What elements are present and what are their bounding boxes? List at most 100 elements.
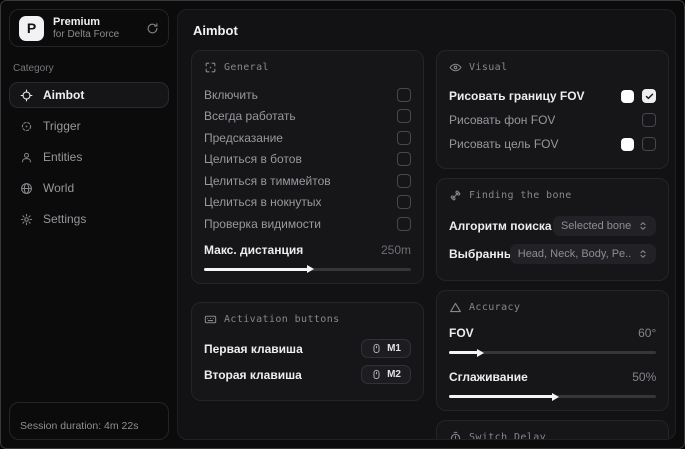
setting-row: Алгоритм поиска кост Selected bone (449, 212, 657, 240)
setting-row: Первая клавиша M1 (204, 336, 411, 362)
panel-general: General Включить Всегда работать Предска… (191, 50, 424, 284)
smoothing-slider[interactable] (449, 392, 657, 401)
sync-icon[interactable] (146, 22, 159, 35)
panel-title: General (224, 62, 269, 73)
slider-label: Сглаживание (449, 370, 528, 384)
draw-fov-target-checkbox[interactable] (642, 137, 657, 151)
category-label: Category (13, 63, 54, 74)
mouse-icon (371, 369, 382, 380)
setting-row: Выбранные кос Head, Neck, Body, Pe.. (449, 240, 657, 268)
setting-label: Включить (204, 87, 258, 102)
sidebar-item-label: Aimbot (43, 88, 85, 102)
selected-bones-dropdown[interactable]: Head, Neck, Body, Pe.. (509, 244, 657, 264)
key-label: M1 (387, 343, 401, 354)
settings-gear-icon (20, 213, 33, 226)
target-bots-checkbox[interactable] (397, 152, 411, 167)
panel-title: Accuracy (469, 302, 521, 313)
slider-value: 60° (638, 326, 657, 340)
bone-algorithm-dropdown[interactable]: Selected bone (552, 216, 657, 236)
prediction-checkbox[interactable] (397, 130, 411, 145)
target-knocked-checkbox[interactable] (397, 195, 411, 210)
slider-value: 50% (632, 370, 657, 384)
session-duration-card: Session duration: 4m 22s (9, 402, 169, 440)
sidebar-nav: Aimbot Trigger Entities World Settings (9, 82, 169, 232)
setting-row: Вторая клавиша M2 (204, 362, 411, 388)
setting-label: Рисовать фон FOV (449, 113, 556, 127)
dropdown-value: Selected bone (560, 220, 632, 232)
panel-title: Switch Delay (469, 432, 547, 440)
setting-label: Целиться в ботов (204, 152, 302, 167)
sidebar-item-aimbot[interactable]: Aimbot (9, 82, 169, 108)
panel-switch-delay: Switch Delay Задержка переключения Задер… (436, 420, 670, 440)
max-distance-slider[interactable] (204, 265, 411, 273)
setting-label: Вторая клавиша (204, 367, 302, 382)
panel-title: Visual (469, 62, 508, 73)
chevron-up-down-icon (638, 221, 648, 231)
fov-slider[interactable] (449, 348, 657, 357)
setting-row: Рисовать границу FOV (449, 84, 657, 108)
sidebar-item-label: Trigger (43, 119, 81, 133)
setting-label: Целиться в тиммейтов (204, 173, 331, 188)
timer-icon (449, 431, 462, 439)
setting-label: Первая клавиша (204, 341, 303, 356)
sidebar-item-trigger[interactable]: Trigger (9, 113, 169, 139)
second-key-bind-button[interactable]: M2 (361, 365, 411, 384)
panel-activation-buttons: Activation buttons Первая клавиша M1 Вто… (191, 301, 424, 401)
setting-row: Включить (204, 84, 411, 106)
setting-row: Целиться в тиммейтов (204, 170, 411, 192)
license-title: Premium (53, 15, 101, 28)
setting-label: Рисовать цель FOV (449, 137, 559, 151)
draw-fov-background-checkbox[interactable] (642, 113, 657, 127)
sidebar-item-settings[interactable]: Settings (9, 206, 169, 232)
world-globe-icon (20, 182, 33, 195)
key-label: M2 (387, 369, 401, 380)
always-work-checkbox[interactable] (397, 109, 411, 124)
fov-slider-group: FOV 60° (449, 324, 657, 357)
license-card: P Premium for Delta Force (9, 9, 169, 47)
setting-row: Проверка видимости (204, 213, 411, 235)
setting-row: Всегда работать (204, 106, 411, 128)
fov-target-color-swatch[interactable] (621, 137, 635, 151)
triangle-icon (449, 301, 462, 314)
sidebar-item-world[interactable]: World (9, 175, 169, 201)
setting-row: Рисовать цель FOV (449, 132, 657, 156)
app-window: P Premium for Delta Force Category Aimbo… (0, 0, 685, 449)
target-teammates-checkbox[interactable] (397, 173, 411, 188)
draw-fov-border-checkbox[interactable] (642, 89, 657, 103)
slider-value: 250m (380, 242, 411, 257)
eye-icon (449, 61, 462, 74)
visibility-check-checkbox[interactable] (397, 216, 411, 231)
panel-title: Finding the bone (469, 190, 572, 201)
setting-label: Алгоритм поиска кост (449, 219, 553, 233)
setting-row: Целиться в нокнутых (204, 192, 411, 214)
keyboard-icon (204, 313, 217, 326)
smoothing-slider-group: Сглаживание 50% (449, 368, 657, 401)
setting-label: Рисовать границу FOV (449, 89, 585, 103)
panel-visual: Visual Рисовать границу FOV Рисовать фон… (436, 50, 670, 169)
setting-label: Предсказание (204, 130, 283, 145)
panel-accuracy: Accuracy FOV 60° Сглаживание 50% (436, 290, 670, 411)
sidebar-item-label: Entities (43, 150, 83, 164)
mouse-icon (371, 343, 382, 354)
setting-label: Выбранные кос (449, 247, 510, 261)
fov-border-color-swatch[interactable] (621, 89, 635, 103)
first-key-bind-button[interactable]: M1 (361, 339, 411, 358)
license-subtitle: for Delta Force (53, 28, 120, 40)
setting-label: Целиться в нокнутых (204, 195, 322, 210)
setting-row: Предсказание (204, 127, 411, 149)
setting-row: Целиться в ботов (204, 149, 411, 171)
main-content: Aimbot General Включить Всегда работать … (177, 9, 676, 440)
sidebar-item-entities[interactable]: Entities (9, 144, 169, 170)
bone-icon (449, 189, 462, 202)
trigger-crosshair-icon (20, 120, 33, 133)
scan-icon (204, 61, 217, 74)
setting-row: Рисовать фон FOV (449, 108, 657, 132)
slider-label: FOV (449, 326, 474, 340)
enable-checkbox[interactable] (397, 87, 411, 102)
dropdown-value: Head, Neck, Body, Pe.. (517, 248, 632, 260)
setting-label: Проверка видимости (204, 216, 321, 231)
page-title: Aimbot (193, 23, 238, 38)
slider-label: Макс. дистанция (204, 242, 304, 257)
sidebar: P Premium for Delta Force Category Aimbo… (9, 9, 169, 440)
max-distance-slider-group: Макс. дистанция 250m (204, 241, 411, 273)
